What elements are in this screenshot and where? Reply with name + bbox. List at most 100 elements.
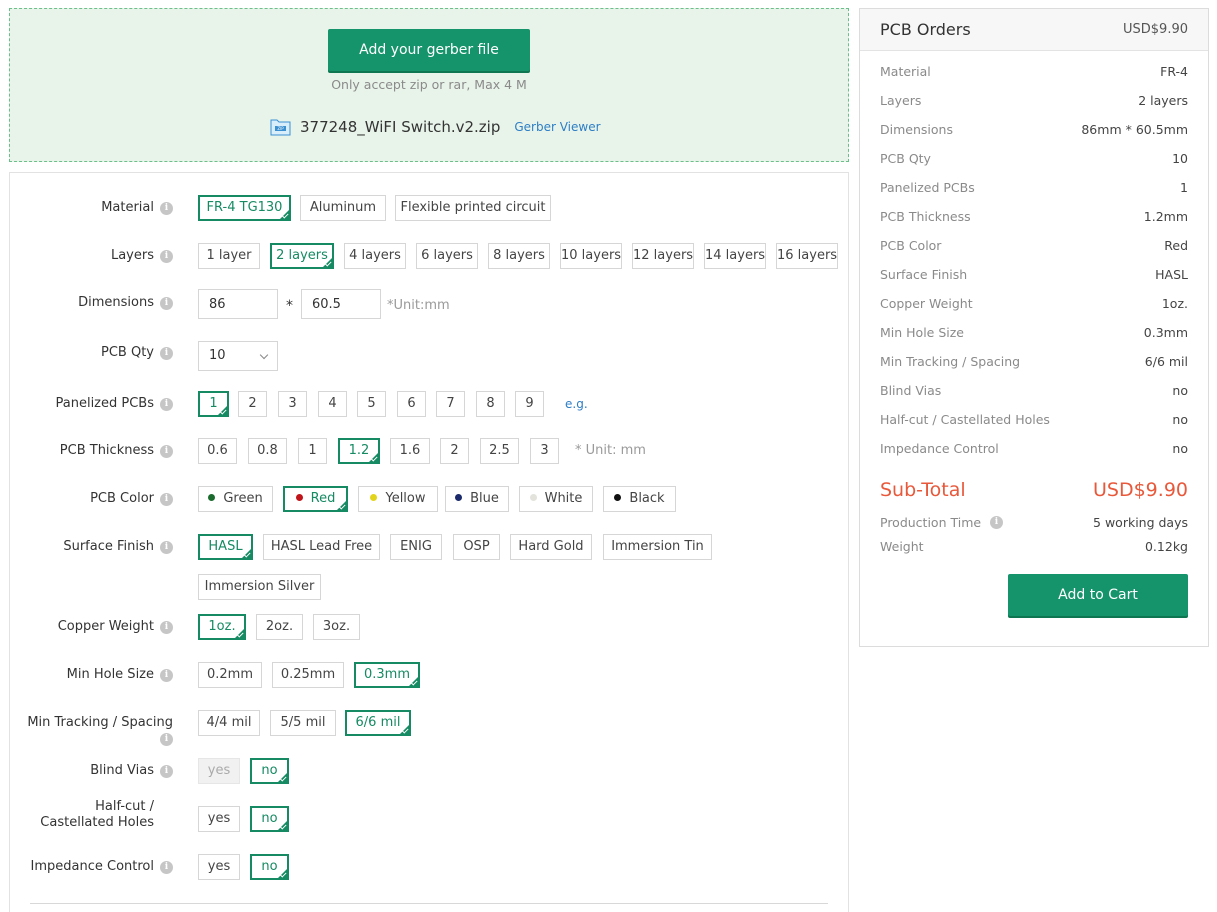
- layers-option[interactable]: 6 layers: [416, 243, 478, 269]
- thickness-option[interactable]: 0.8: [248, 438, 287, 464]
- panelized-option[interactable]: 6: [397, 391, 426, 417]
- layers-option[interactable]: 2 layers: [270, 243, 334, 269]
- finish-option[interactable]: OSP: [453, 534, 500, 560]
- finish-option[interactable]: Hard Gold: [510, 534, 592, 560]
- halfcut-no[interactable]: no: [250, 806, 289, 832]
- info-icon[interactable]: i: [160, 732, 173, 746]
- info-icon[interactable]: i: [160, 492, 173, 506]
- impedance-no[interactable]: no: [250, 854, 289, 880]
- qty-label: PCB Qty: [101, 345, 154, 360]
- thickness-option[interactable]: 1.2: [338, 438, 380, 464]
- copper-option[interactable]: 3oz.: [313, 614, 360, 640]
- copper-option[interactable]: 2oz.: [256, 614, 303, 640]
- dimension-width-input[interactable]: [198, 289, 278, 319]
- halfcut-yes[interactable]: yes: [198, 806, 240, 832]
- panelized-example-link[interactable]: e.g.: [565, 391, 588, 417]
- layers-label: Layers: [110, 248, 154, 263]
- thickness-option[interactable]: 0.6: [198, 438, 237, 464]
- finish-option[interactable]: Immersion Silver: [198, 574, 321, 600]
- tracking-option[interactable]: 5/5 mil: [270, 710, 336, 736]
- color-option-yellow[interactable]: Yellow: [358, 486, 438, 512]
- thickness-option[interactable]: 2: [440, 438, 469, 464]
- thickness-option[interactable]: 1.6: [390, 438, 430, 464]
- hole-option[interactable]: 0.3mm: [354, 662, 420, 688]
- summary-row: PCB Color Red: [880, 238, 1188, 267]
- panelized-option[interactable]: 2: [238, 391, 267, 417]
- info-icon[interactable]: i: [160, 764, 173, 778]
- summary-header: PCB Orders USD$9.90: [860, 9, 1208, 51]
- color-dot: [295, 494, 303, 501]
- info-icon[interactable]: i: [160, 397, 173, 411]
- gerber-viewer-link[interactable]: Gerber Viewer: [514, 120, 600, 134]
- layers-option[interactable]: 8 layers: [488, 243, 550, 269]
- upload-note: Only accept zip or rar, Max 4 M: [331, 77, 527, 92]
- blind-vias-no[interactable]: no: [250, 758, 289, 784]
- panelized-option[interactable]: 8: [476, 391, 505, 417]
- info-icon[interactable]: i: [160, 620, 173, 634]
- summary-row-value: FR-4: [1160, 64, 1188, 79]
- thickness-option[interactable]: 2.5: [480, 438, 519, 464]
- finish-option[interactable]: HASL Lead Free: [263, 534, 380, 560]
- panelized-option[interactable]: 9: [515, 391, 544, 417]
- layers-option[interactable]: 1 layer: [198, 243, 260, 269]
- panelized-option[interactable]: 7: [436, 391, 465, 417]
- info-icon[interactable]: i: [160, 201, 173, 215]
- color-dot: [529, 494, 537, 501]
- panelized-option[interactable]: 5: [357, 391, 386, 417]
- finish-option[interactable]: ENIG: [390, 534, 442, 560]
- uploaded-file: ZIP 377248_WiFI Switch.v2.zip Gerber Vie…: [270, 117, 601, 136]
- layers-option[interactable]: 12 layers: [632, 243, 694, 269]
- layers-option[interactable]: 4 layers: [344, 243, 406, 269]
- summary-row-label: Impedance Control: [880, 441, 999, 456]
- gerber-upload-area[interactable]: Add your gerber file Only accept zip or …: [9, 8, 849, 162]
- summary-row-value: Red: [1164, 238, 1188, 253]
- finish-option[interactable]: HASL: [198, 534, 253, 560]
- material-option-aluminum[interactable]: Aluminum: [300, 195, 386, 221]
- add-to-cart-button[interactable]: Add to Cart: [1008, 574, 1188, 616]
- hole-option[interactable]: 0.25mm: [272, 662, 344, 688]
- info-icon[interactable]: i: [160, 296, 173, 310]
- impedance-yes[interactable]: yes: [198, 854, 240, 880]
- panelized-option[interactable]: 4: [318, 391, 347, 417]
- halfcut-label-line1: Half-cut /: [95, 799, 154, 814]
- color-option-blue[interactable]: Blue: [445, 486, 509, 512]
- info-icon[interactable]: i: [160, 668, 173, 682]
- add-gerber-file-button[interactable]: Add your gerber file: [328, 29, 530, 71]
- thickness-option[interactable]: 1: [298, 438, 327, 464]
- color-option-green[interactable]: Green: [198, 486, 273, 512]
- layers-option[interactable]: 16 layers: [776, 243, 838, 269]
- dimension-height-input[interactable]: [301, 289, 381, 319]
- color-option-red[interactable]: Red: [283, 486, 348, 512]
- layers-option[interactable]: 10 layers: [560, 243, 622, 269]
- panelized-option[interactable]: 3: [278, 391, 307, 417]
- copper-label: Copper Weight: [57, 619, 154, 634]
- summary-row: Panelized PCBs 1: [880, 180, 1188, 209]
- summary-row: Surface Finish HASL: [880, 267, 1188, 296]
- material-option-fr4[interactable]: FR-4 TG130: [198, 195, 291, 221]
- copper-option[interactable]: 1oz.: [198, 614, 246, 640]
- panelized-option[interactable]: 1: [198, 391, 229, 417]
- material-option-flex[interactable]: Flexible printed circuit: [395, 195, 551, 221]
- info-icon[interactable]: i: [160, 346, 173, 360]
- info-icon[interactable]: i: [160, 249, 173, 263]
- color-option-white[interactable]: White: [519, 486, 593, 512]
- info-icon[interactable]: i: [160, 444, 173, 458]
- summary-row: Dimensions 86mm * 60.5mm: [880, 122, 1188, 151]
- thickness-option[interactable]: 3: [530, 438, 559, 464]
- qty-value: 10: [209, 348, 226, 363]
- tracking-option[interactable]: 4/4 mil: [198, 710, 260, 736]
- color-option-black[interactable]: Black: [603, 486, 676, 512]
- pcb-options-form: Material i FR-4 TG130 Aluminum Flexible p…: [9, 172, 849, 912]
- halfcut-label-line2: Castellated Holes: [40, 815, 154, 830]
- finish-option[interactable]: Immersion Tin: [603, 534, 712, 560]
- chevron-down-icon: [259, 350, 269, 360]
- summary-row-value: 10: [1172, 151, 1188, 166]
- hole-option[interactable]: 0.2mm: [198, 662, 262, 688]
- info-icon[interactable]: i: [160, 540, 173, 554]
- info-icon[interactable]: i: [160, 860, 173, 874]
- qty-select[interactable]: 10: [198, 341, 278, 371]
- info-icon[interactable]: i: [990, 516, 1003, 529]
- tracking-option[interactable]: 6/6 mil: [345, 710, 411, 736]
- summary-row-value: no: [1172, 412, 1188, 427]
- layers-option[interactable]: 14 layers: [704, 243, 766, 269]
